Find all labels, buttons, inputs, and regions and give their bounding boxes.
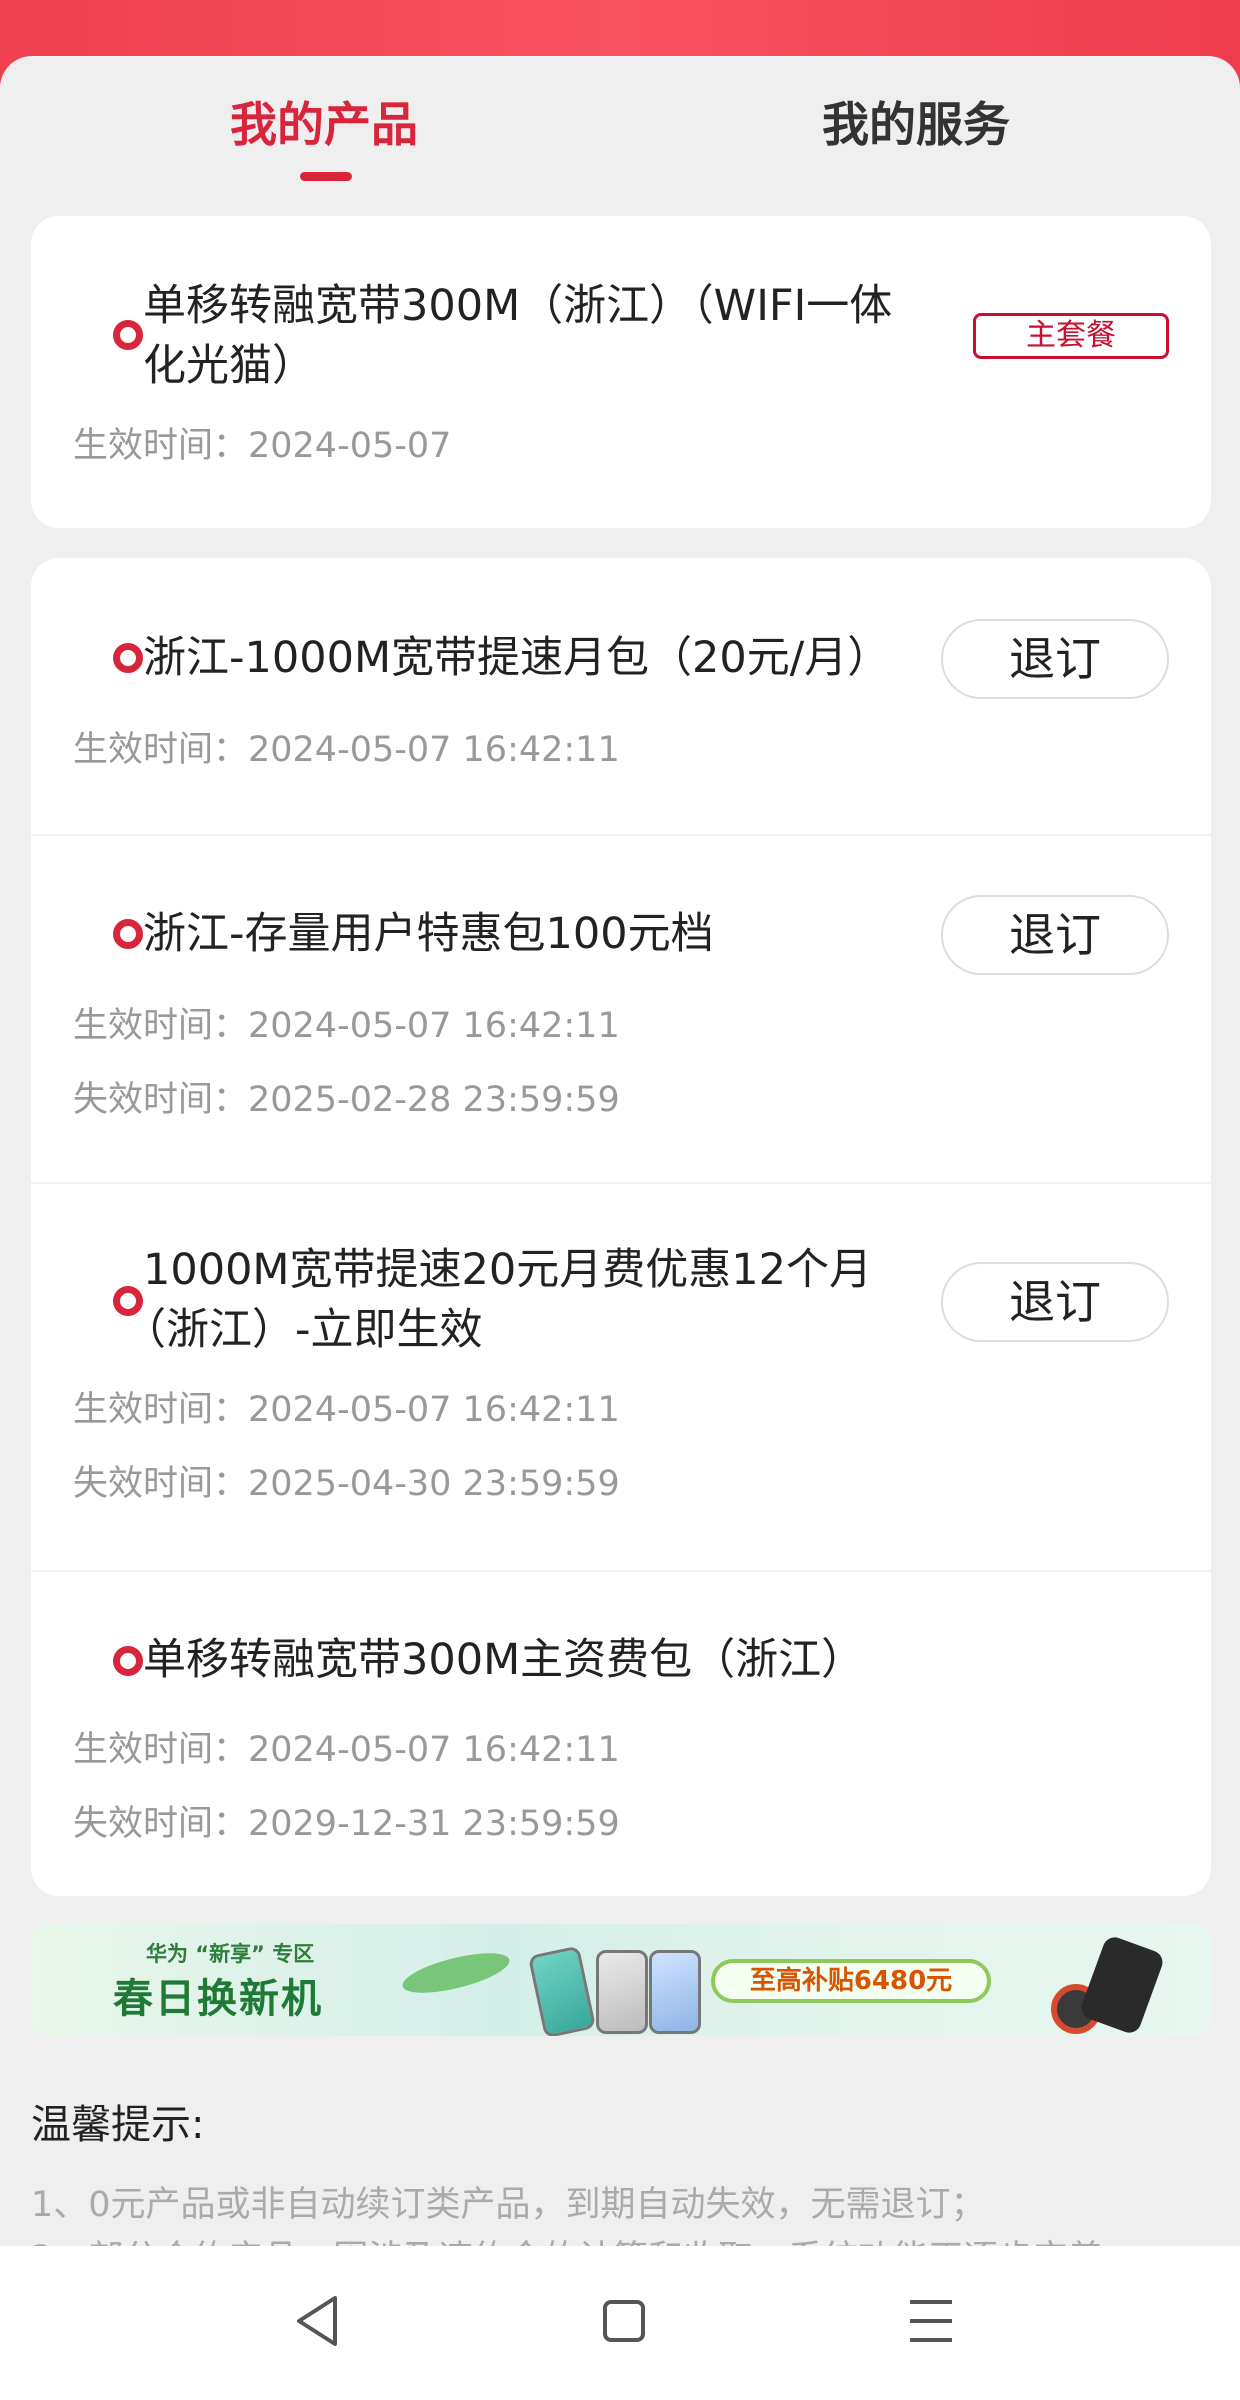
unsubscribe-button[interactable]: 退订: [941, 619, 1169, 699]
bullet-icon: [113, 643, 143, 673]
bullet-icon: [113, 919, 143, 949]
products-card: 浙江-1000M宽带提速月包（20元/月） 退订 生效时间：2024-05-07…: [31, 558, 1211, 1896]
product-title: 浙江-1000M宽带提速月包（20元/月）: [143, 633, 891, 683]
product-effective-time: 生效时间：2024-05-07 16:42:11: [73, 1006, 620, 1046]
banner-subsidy-pill: 至高补贴6480元: [711, 1959, 991, 2003]
tips-line: 1、0元产品或非自动续订类产品，到期自动失效，无需退订；: [31, 2185, 986, 2225]
product-title-line2: （浙江）-立即生效: [123, 1305, 483, 1355]
active-tab-indicator: [300, 172, 352, 181]
product-expiry-time: 失效时间：2025-02-28 23:59:59: [73, 1080, 620, 1120]
triangle-back-icon[interactable]: [283, 2286, 353, 2356]
unsubscribe-button[interactable]: 退订: [941, 1262, 1169, 1342]
tab-my-services[interactable]: 我的服务: [766, 96, 1066, 156]
bullet-icon: [113, 1646, 143, 1676]
product-effective-time: 生效时间：2024-05-07 16:42:11: [73, 730, 620, 770]
unsubscribe-button[interactable]: 退订: [941, 895, 1169, 975]
product-expiry-time: 失效时间：2025-04-30 23:59:59: [73, 1464, 620, 1504]
banner-subtitle: 华为 “新享” 专区: [146, 1942, 315, 1966]
product-item: 浙江-1000M宽带提速月包（20元/月） 退订 生效时间：2024-05-07…: [31, 558, 1211, 834]
main-package-card: 单移转融宽带300M（浙江）（WIFI一体 化光猫） 主套餐 生效时间：2024…: [31, 216, 1211, 528]
product-title: 浙江-存量用户特惠包100元档: [143, 909, 714, 959]
phone-image-icon: [527, 1945, 597, 2036]
main-package-effective-time: 生效时间：2024-05-07: [73, 426, 452, 466]
product-title: 单移转融宽带300M主资费包（浙江）: [143, 1635, 865, 1685]
main-package-badge: 主套餐: [973, 313, 1169, 359]
product-item: 1000M宽带提速20元月费优惠12个月 （浙江）-立即生效 退订 生效时间：2…: [31, 1184, 1211, 1570]
tips-title: 温馨提示:: [31, 2102, 205, 2148]
product-expiry-time: 失效时间：2029-12-31 23:59:59: [73, 1804, 620, 1844]
main-package-title-line1: 单移转融宽带300M（浙江）（WIFI一体: [143, 281, 893, 331]
banner-title: 春日换新机: [113, 1976, 323, 2022]
product-effective-time: 生效时间：2024-05-07 16:42:11: [73, 1730, 620, 1770]
product-item: 单移转融宽带300M主资费包（浙江） 生效时间：2024-05-07 16:42…: [31, 1572, 1211, 1896]
square-home-icon[interactable]: [589, 2286, 659, 2356]
leaf-decoration-icon: [399, 1945, 513, 2001]
bullet-icon: [113, 320, 143, 350]
phone-image-icon: [649, 1950, 701, 2034]
product-effective-time: 生效时间：2024-05-07 16:42:11: [73, 1390, 620, 1430]
tab-bar: 我的产品 我的服务: [0, 56, 1240, 186]
product-title-line1: 1000M宽带提速20元月费优惠12个月: [143, 1245, 872, 1295]
system-navigation-bar: [0, 2246, 1240, 2400]
phone-image-icon: [596, 1950, 648, 2034]
product-item: 浙江-存量用户特惠包100元档 退订 生效时间：2024-05-07 16:42…: [31, 836, 1211, 1182]
main-package-title-line2: 化光猫）: [143, 341, 315, 391]
promo-banner[interactable]: 华为 “新享” 专区 春日换新机 至高补贴6480元: [31, 1924, 1211, 2036]
tab-my-products[interactable]: 我的产品: [174, 96, 474, 156]
hamburger-menu-icon[interactable]: [896, 2286, 966, 2356]
